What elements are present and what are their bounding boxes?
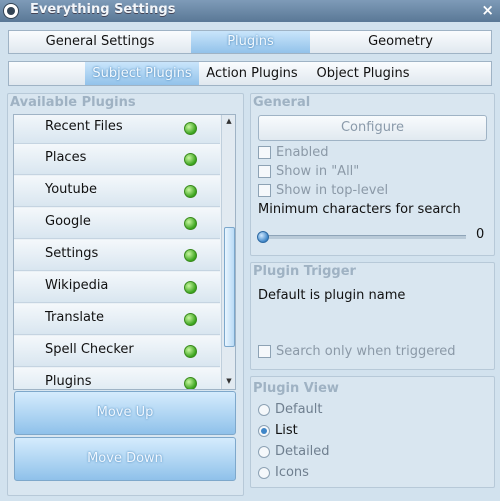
configure-button[interactable]: Configure: [258, 115, 487, 141]
tab-object-plugins[interactable]: Object Plugins: [313, 62, 413, 85]
window-title: Everything Settings: [30, 2, 176, 17]
list-item-label: Recent Files: [45, 119, 123, 134]
list-item-label: Places: [45, 150, 87, 165]
move-down-button[interactable]: Move Down: [14, 437, 236, 481]
checkbox-label: Search only when triggered: [276, 344, 456, 359]
status-dot-icon: [184, 153, 197, 166]
scrollbar-thumb[interactable]: [224, 227, 235, 347]
scroll-up-icon[interactable]: ▲: [222, 117, 235, 127]
status-dot-icon: [184, 217, 197, 230]
min-chars-value: 0: [476, 227, 485, 242]
general-title: General: [253, 95, 311, 110]
trigger-description: Default is plugin name: [258, 288, 406, 303]
tab-action-plugins[interactable]: Action Plugins: [203, 62, 301, 85]
available-plugins-title: Available Plugins: [10, 95, 136, 110]
checkbox-box: [258, 165, 271, 178]
checkbox-label: Enabled: [276, 145, 329, 160]
scroll-down-icon[interactable]: ▼: [222, 377, 235, 387]
status-dot-icon: [184, 122, 197, 135]
status-dot-icon: [184, 185, 197, 198]
status-dot-icon: [184, 281, 197, 294]
close-icon[interactable]: ×: [481, 1, 494, 19]
status-dot-icon: [184, 249, 197, 262]
view-icons-radio[interactable]: Icons: [258, 465, 309, 480]
min-chars-slider-track[interactable]: [260, 235, 466, 239]
search-only-when-triggered-checkbox[interactable]: Search only when triggered: [258, 344, 456, 359]
radio-label: Icons: [275, 465, 309, 480]
list-item-label: Plugins: [45, 374, 92, 389]
list-item-spell-checker[interactable]: Spell Checker: [14, 336, 220, 367]
tab-geometry[interactable]: Geometry: [310, 31, 491, 53]
list-item-label: Translate: [45, 310, 105, 325]
list-item-label: Spell Checker: [45, 342, 134, 357]
list-item-plugins[interactable]: Plugins: [14, 368, 220, 389]
view-list-radio[interactable]: List: [258, 423, 298, 438]
tab-general-settings[interactable]: General Settings: [9, 31, 191, 53]
radio-circle: [258, 403, 270, 416]
plugin-trigger-title: Plugin Trigger: [253, 264, 356, 279]
app-icon: [3, 3, 19, 19]
radio-label: Default: [275, 402, 323, 417]
show-in-top-level-checkbox[interactable]: Show in top-level: [258, 183, 388, 198]
checkbox-box: [258, 146, 271, 159]
list-item-translate[interactable]: Translate: [14, 304, 220, 335]
main-tab-bar: General Settings Plugins Geometry: [8, 30, 492, 54]
list-item-label: Settings: [45, 246, 99, 261]
status-dot-icon: [184, 377, 197, 389]
tab-subject-plugins[interactable]: Subject Plugins: [85, 62, 199, 85]
list-item-label: Wikipedia: [45, 278, 109, 293]
list-item-settings[interactable]: Settings: [14, 240, 220, 271]
enabled-checkbox[interactable]: Enabled: [258, 145, 329, 160]
list-item-youtube[interactable]: Youtube: [14, 176, 220, 207]
plugin-list[interactable]: Recent Files Places Youtube Google Setti…: [13, 114, 236, 390]
list-item-google[interactable]: Google: [14, 208, 220, 239]
status-dot-icon: [184, 313, 197, 326]
radio-label: List: [275, 423, 298, 438]
view-default-radio[interactable]: Default: [258, 402, 323, 417]
list-item-label: Youtube: [45, 182, 97, 197]
checkbox-box: [258, 184, 271, 197]
min-chars-label: Minimum characters for search: [258, 202, 461, 217]
title-bar: Everything Settings ×: [0, 0, 500, 22]
checkbox-box: [258, 345, 271, 358]
radio-circle: [258, 445, 270, 458]
status-dot-icon: [184, 345, 197, 358]
list-item-recent-files[interactable]: Recent Files: [14, 115, 220, 144]
plugin-type-tab-bar: Subject Plugins Action Plugins Object Pl…: [8, 61, 492, 86]
move-up-button[interactable]: Move Up: [14, 391, 236, 435]
plugin-list-scrollbar[interactable]: ▲ ▼: [221, 115, 235, 389]
list-item-label: Google: [45, 214, 91, 229]
tab-plugins[interactable]: Plugins: [191, 31, 310, 53]
checkbox-label: Show in "All": [276, 164, 360, 179]
min-chars-slider-handle[interactable]: [257, 231, 269, 243]
list-item-wikipedia[interactable]: Wikipedia: [14, 272, 220, 303]
list-item-places[interactable]: Places: [14, 144, 220, 175]
show-in-all-checkbox[interactable]: Show in "All": [258, 164, 359, 179]
radio-circle: [258, 466, 270, 479]
radio-label: Detailed: [275, 444, 330, 459]
view-detailed-radio[interactable]: Detailed: [258, 444, 330, 459]
checkbox-label: Show in top-level: [276, 183, 389, 198]
radio-circle: [258, 424, 270, 437]
plugin-view-title: Plugin View: [253, 381, 339, 396]
